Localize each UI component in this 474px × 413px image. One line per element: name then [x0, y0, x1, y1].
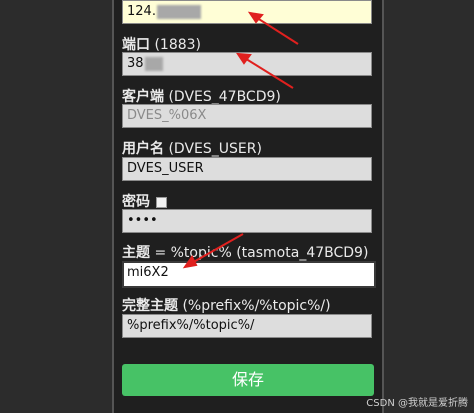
annotation-arrowhead-topic [182, 255, 198, 269]
annotation-arrow-port [242, 56, 294, 89]
watermark: CSDN @我就是爱折腾 [366, 398, 468, 409]
annotation-arrow-topic [189, 233, 244, 265]
annotation-arrowhead-port [236, 52, 252, 65]
annotation-arrow-host [253, 15, 299, 45]
annotation-arrows [182, 11, 299, 269]
